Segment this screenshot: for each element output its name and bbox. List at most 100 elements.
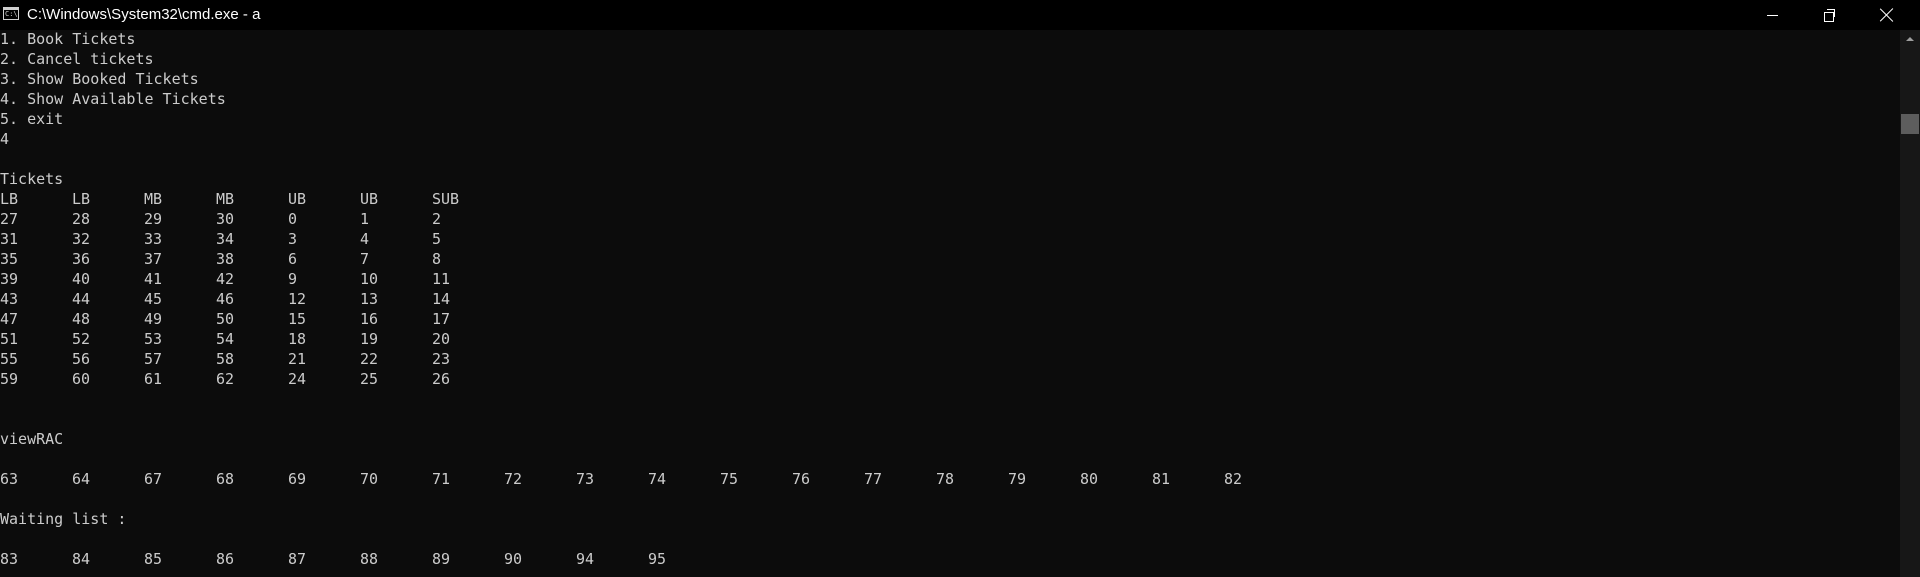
menu-option: 3. Show Booked Tickets: [0, 70, 199, 88]
cell: 32: [72, 230, 91, 248]
rac-row: 63 64 67 68 69 70 71 72 73 74 75 76 77 78 79 80 81 82: [0, 470, 1900, 490]
cell: 73: [576, 470, 595, 488]
cell: 12: [288, 290, 307, 308]
cell: 70: [360, 470, 379, 488]
cell: 28: [72, 210, 91, 228]
cell: 23: [432, 350, 451, 368]
cell: 79: [1008, 470, 1027, 488]
cell: 74: [648, 470, 667, 488]
cell: 54: [216, 330, 235, 348]
close-button[interactable]: [1858, 0, 1916, 30]
cmd-app-icon[interactable]: C:\: [3, 7, 19, 20]
cell: 67: [144, 470, 163, 488]
cell: 0: [288, 210, 298, 228]
cell: 86: [216, 550, 235, 568]
tickets-heading: Tickets: [0, 170, 64, 188]
tickets-row: 39 40 41 42 9 10 11: [0, 270, 1900, 290]
cell: 55: [0, 350, 19, 368]
cell: 56: [72, 350, 91, 368]
cell: 38: [216, 250, 235, 268]
cell: 57: [144, 350, 163, 368]
cell: 18: [288, 330, 307, 348]
cell: 30: [216, 210, 235, 228]
cell: 64: [72, 470, 91, 488]
scroll-up-button[interactable]: [1900, 30, 1920, 48]
cell: 71: [432, 470, 451, 488]
cell: 19: [360, 330, 379, 348]
menu-option: 1. Book Tickets: [0, 30, 136, 48]
cell: 15: [288, 310, 307, 328]
cell: 61: [144, 370, 163, 388]
cell: 81: [1152, 470, 1171, 488]
restore-icon: [1824, 9, 1836, 22]
tickets-row: 35 36 37 38 6 7 8: [0, 250, 1900, 270]
tickets-row: 55 56 57 58 21 22 23: [0, 350, 1900, 370]
tickets-row: 59 60 61 62 24 25 26: [0, 370, 1900, 390]
console-output[interactable]: 1. Book Tickets 2. Cancel tickets 3. Show …: [0, 30, 1900, 577]
waiting-list-row: 83 84 85 86 87 88 89 90 94 95: [0, 550, 1900, 570]
cell: 58: [216, 350, 235, 368]
user-input: 4: [0, 130, 10, 148]
cell: 77: [864, 470, 883, 488]
cell: 8: [432, 250, 442, 268]
cell: 88: [360, 550, 379, 568]
cell: 75: [720, 470, 739, 488]
cell: 78: [936, 470, 955, 488]
cell: MB: [216, 190, 235, 208]
cell: 53: [144, 330, 163, 348]
cell: 31: [0, 230, 19, 248]
cell: 27: [0, 210, 19, 228]
cell: 89: [432, 550, 451, 568]
cell: 26: [432, 370, 451, 388]
cell: 51: [0, 330, 19, 348]
chevron-up-icon: [1906, 37, 1914, 41]
cell: 42: [216, 270, 235, 288]
cell: 59: [0, 370, 19, 388]
cell: 5: [432, 230, 442, 248]
tickets-header-row: LB LB MB MB UB UB SUB: [0, 190, 1900, 210]
window-title: C:\Windows\System32\cmd.exe - a: [27, 6, 261, 23]
tickets-row: 31 32 33 34 3 4 5: [0, 230, 1900, 250]
cell: 72: [504, 470, 523, 488]
cell: 1: [360, 210, 370, 228]
cell: 68: [216, 470, 235, 488]
cell: 22: [360, 350, 379, 368]
cell: SUB: [432, 190, 460, 208]
cell: UB: [360, 190, 379, 208]
cell: 20: [432, 330, 451, 348]
cell: 95: [648, 550, 667, 568]
waiting-list-heading: Waiting list :: [0, 510, 127, 528]
close-icon: [1880, 8, 1894, 22]
restore-button[interactable]: [1801, 0, 1859, 30]
cell: 80: [1080, 470, 1099, 488]
cell: 76: [792, 470, 811, 488]
cell: 84: [72, 550, 91, 568]
cell: 14: [432, 290, 451, 308]
cell: 3: [288, 230, 298, 248]
scrollbar-thumb[interactable]: [1901, 114, 1919, 134]
cell: 25: [360, 370, 379, 388]
cell: 9: [288, 270, 298, 288]
cell: 82: [1224, 470, 1243, 488]
cell: 39: [0, 270, 19, 288]
cell: 11: [432, 270, 451, 288]
cell: 4: [360, 230, 370, 248]
cell: 94: [576, 550, 595, 568]
cell: 50: [216, 310, 235, 328]
cmd-window: C:\ C:\Windows\System32\cmd.exe - a 1. B…: [0, 0, 1920, 577]
cell: 90: [504, 550, 523, 568]
cell: 44: [72, 290, 91, 308]
cell: UB: [288, 190, 307, 208]
minimize-icon: [1766, 14, 1778, 16]
cell: 46: [216, 290, 235, 308]
menu-option: 2. Cancel tickets: [0, 50, 154, 68]
minimize-button[interactable]: [1743, 0, 1801, 30]
vertical-scrollbar[interactable]: [1900, 30, 1920, 577]
cell: 45: [144, 290, 163, 308]
title-bar[interactable]: C:\ C:\Windows\System32\cmd.exe - a: [0, 0, 1920, 30]
cell: 35: [0, 250, 19, 268]
cell: MB: [144, 190, 163, 208]
cell: LB: [72, 190, 91, 208]
cell: 6: [288, 250, 298, 268]
tickets-row: 43 44 45 46 12 13 14: [0, 290, 1900, 310]
